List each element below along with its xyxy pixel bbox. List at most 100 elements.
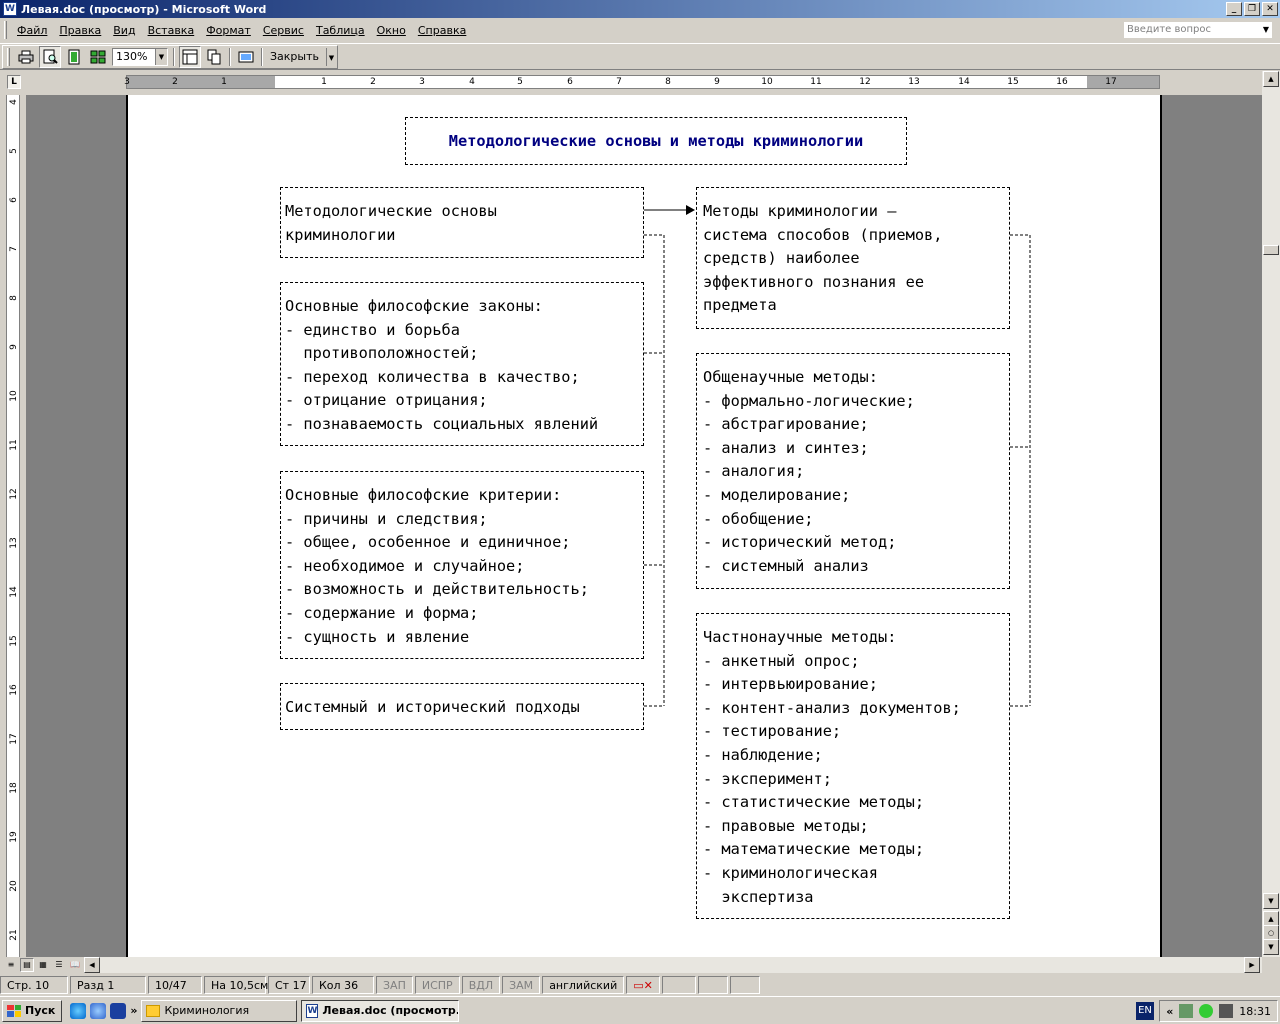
ruler-number: 8 xyxy=(9,295,19,301)
print-button[interactable] xyxy=(15,46,37,68)
quick-launch: » xyxy=(70,1002,137,1019)
language-indicator[interactable]: EN xyxy=(1136,1002,1154,1020)
status-line: Ст 17 xyxy=(268,976,310,994)
vertical-ruler: 4 5 6 7 8 9 10 11 12 13 14 15 16 17 18 19 20 21 xyxy=(0,95,26,957)
toolbar-separator xyxy=(229,47,231,66)
outline-view-icon[interactable]: ☰ xyxy=(52,958,66,972)
start-button[interactable]: Пуск xyxy=(2,999,63,1022)
tab-selector[interactable]: L xyxy=(7,75,21,89)
shrink-to-fit-button[interactable] xyxy=(203,46,225,68)
status-track-changes[interactable]: ИСПР xyxy=(414,976,460,994)
menu-insert[interactable]: Вставка xyxy=(142,22,201,39)
one-page-icon xyxy=(68,49,80,64)
word-icon: W xyxy=(306,1003,319,1018)
status-pages: 10/47 xyxy=(148,976,202,994)
menu-tools[interactable]: Сервис xyxy=(257,22,310,39)
menu-help[interactable]: Справка xyxy=(412,22,472,39)
normal-view-icon[interactable]: ≡ xyxy=(4,958,18,972)
zoom-select[interactable]: 130% ▼ xyxy=(112,47,168,66)
web-view-icon[interactable]: ▤ xyxy=(20,958,34,972)
one-page-button[interactable] xyxy=(63,46,85,68)
magnifier-button[interactable] xyxy=(39,45,61,68)
ruler-margin-left xyxy=(127,76,275,88)
task-folder[interactable]: Криминология xyxy=(141,999,298,1022)
vertical-scrollbar[interactable]: ▲ ▼ ▲ ○ ▼ xyxy=(1262,71,1280,957)
close-preview-button[interactable]: Закрыть xyxy=(266,50,323,63)
menu-edit[interactable]: Правка xyxy=(53,22,107,39)
internet-explorer-icon[interactable] xyxy=(70,1002,87,1019)
menu-format[interactable]: Формат xyxy=(200,22,257,39)
horizontal-ruler-bar[interactable]: 3 2 1 1 2 3 4 5 6 7 8 9 10 11 12 13 14 15 16 17 xyxy=(124,75,1160,89)
status-overtype[interactable]: ЗАМ xyxy=(502,976,541,994)
ruler-number: 14 xyxy=(958,77,970,87)
horizontal-ruler: L 3 2 1 1 2 3 4 5 6 7 8 9 10 11 12 13 14 15 16 17 xyxy=(0,71,1280,95)
chevron-down-icon[interactable]: ▼ xyxy=(1263,23,1269,37)
multiple-pages-icon xyxy=(90,50,106,63)
toolbar-grip[interactable] xyxy=(7,47,10,66)
ruler-number: 1 xyxy=(221,77,227,87)
close-window-button[interactable]: ✕ xyxy=(1262,2,1278,16)
chevron-down-icon[interactable]: ▼ xyxy=(155,48,167,65)
save-disk-icon[interactable] xyxy=(110,1002,127,1019)
horizontal-scrollbar[interactable]: ◀ ▶ xyxy=(84,957,1262,973)
menu-file[interactable]: Файл xyxy=(11,22,53,39)
status-bar: Стр. 10 Разд 1 10/47 На 10,5см Ст 17 Кол… xyxy=(0,974,1280,996)
scroll-right-button[interactable]: ▶ xyxy=(1244,957,1260,973)
ruler-number: 15 xyxy=(1007,77,1019,87)
ruler-number: 1 xyxy=(321,77,327,87)
menu-window[interactable]: Окно xyxy=(371,22,412,39)
ruler-number: 8 xyxy=(665,77,671,87)
status-language[interactable]: английский xyxy=(542,976,625,994)
toolbar-options-icon[interactable]: ▼ xyxy=(326,47,336,66)
window-titlebar: W Левая.doc (просмотр) - Microsoft Word … xyxy=(0,0,1280,18)
multiple-pages-button[interactable] xyxy=(87,46,109,68)
reading-view-icon[interactable]: 📖 xyxy=(68,958,82,972)
scroll-up-button[interactable]: ▲ xyxy=(1263,71,1279,87)
status-section: Разд 1 xyxy=(70,976,146,994)
ruler-number: 2 xyxy=(172,77,178,87)
status-empty-2 xyxy=(698,976,729,994)
ruler-number: 10 xyxy=(9,390,19,402)
zoom-value: 130% xyxy=(116,49,148,63)
scroll-left-button[interactable]: ◀ xyxy=(84,957,100,973)
next-page-button[interactable]: ▼ xyxy=(1263,939,1279,955)
vertical-ruler-bar[interactable]: 4 5 6 7 8 9 10 11 12 13 14 15 16 17 18 19 20 21 xyxy=(6,95,20,957)
preview-toolbar: 130% ▼ Закрыть ▼ xyxy=(0,43,1280,70)
menu-bar: Файл Правка Вид Вставка Формат Сервис Та… xyxy=(0,18,1280,42)
scroll-down-button[interactable]: ▼ xyxy=(1263,893,1279,909)
folder-icon xyxy=(146,1004,161,1017)
ruler-number: 13 xyxy=(9,537,19,549)
browser-icon[interactable] xyxy=(90,1002,107,1019)
status-empty-3 xyxy=(730,976,761,994)
minimize-button[interactable]: _ xyxy=(1226,2,1242,16)
spelling-check-icon[interactable]: ▭✕ xyxy=(626,976,661,994)
ruler-number: 18 xyxy=(9,782,19,794)
word-app-icon[interactable]: W xyxy=(3,2,17,16)
status-column: Кол 36 xyxy=(312,976,374,994)
antivirus-icon[interactable] xyxy=(1199,1004,1214,1018)
clock[interactable]: 18:31 xyxy=(1239,1005,1271,1018)
menu-table[interactable]: Таблица xyxy=(310,22,371,39)
network-icon[interactable] xyxy=(1179,1004,1194,1018)
full-screen-button[interactable] xyxy=(235,46,257,68)
volume-icon[interactable] xyxy=(1219,1004,1234,1018)
ruler-icon xyxy=(182,49,198,64)
view-ruler-button[interactable] xyxy=(179,45,201,68)
chevron-right-icon[interactable]: » xyxy=(130,1004,137,1017)
menu-grip[interactable] xyxy=(4,21,7,39)
tray-expand-icon[interactable]: « xyxy=(1166,1005,1173,1018)
help-question-input[interactable]: Введите вопрос ▼ xyxy=(1124,22,1272,38)
restore-button[interactable]: ❐ xyxy=(1244,2,1260,16)
window-title: Левая.doc (просмотр) - Microsoft Word xyxy=(21,2,267,16)
ruler-margin-right xyxy=(1087,76,1159,88)
task-word[interactable]: W Левая.doc (просмотр... xyxy=(301,999,460,1022)
status-extend[interactable]: ВДЛ xyxy=(461,976,501,994)
print-layout-icon[interactable]: ▦ xyxy=(36,958,50,972)
ruler-number: 6 xyxy=(567,77,573,87)
scroll-thumb[interactable] xyxy=(1263,245,1279,255)
ruler-number: 17 xyxy=(9,733,19,745)
status-record[interactable]: ЗАП xyxy=(376,976,413,994)
menu-view[interactable]: Вид xyxy=(107,22,141,39)
shrink-to-fit-icon xyxy=(207,49,221,64)
document-page[interactable]: Методологические основы и методы кримино… xyxy=(126,95,1162,957)
